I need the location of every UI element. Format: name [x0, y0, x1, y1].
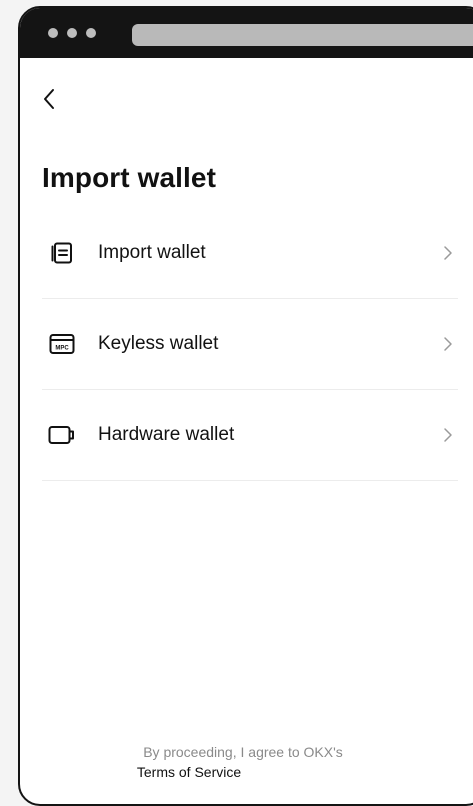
- option-label: Import wallet: [98, 242, 206, 263]
- browser-titlebar: [20, 8, 473, 58]
- mpc-icon-text: MPC: [55, 346, 69, 352]
- consent-text: By proceeding, I agree to OKX's: [143, 744, 343, 760]
- chevron-right-icon: [444, 246, 452, 260]
- chevron-left-icon: [44, 89, 54, 109]
- back-button[interactable]: [42, 84, 72, 114]
- address-bar[interactable]: [132, 24, 473, 46]
- import-options-list: Import wallet MPC Keyless wallet Hardwar…: [42, 208, 458, 481]
- app-frame: Import wallet Import wallet MPC Keyless …: [18, 6, 473, 806]
- terms-of-service-link[interactable]: Terms of Service: [137, 762, 241, 782]
- mpc-card-icon: MPC: [48, 330, 76, 358]
- hardware-device-icon: [48, 421, 76, 449]
- window-dot: [67, 28, 77, 38]
- option-keyless-wallet[interactable]: MPC Keyless wallet: [42, 299, 458, 390]
- window-dot: [86, 28, 96, 38]
- window-dot: [48, 28, 58, 38]
- option-label: Keyless wallet: [98, 333, 219, 354]
- option-import-wallet[interactable]: Import wallet: [42, 208, 458, 299]
- chevron-right-icon: [444, 337, 452, 351]
- terms-footer: By proceeding, I agree to OKX's Terms of…: [20, 742, 466, 783]
- window-dots: [48, 28, 96, 38]
- document-list-icon: [48, 239, 76, 267]
- option-label: Hardware wallet: [98, 424, 235, 445]
- page-title: Import wallet: [42, 162, 216, 193]
- option-hardware-wallet[interactable]: Hardware wallet: [42, 390, 458, 481]
- chevron-right-icon: [444, 428, 452, 442]
